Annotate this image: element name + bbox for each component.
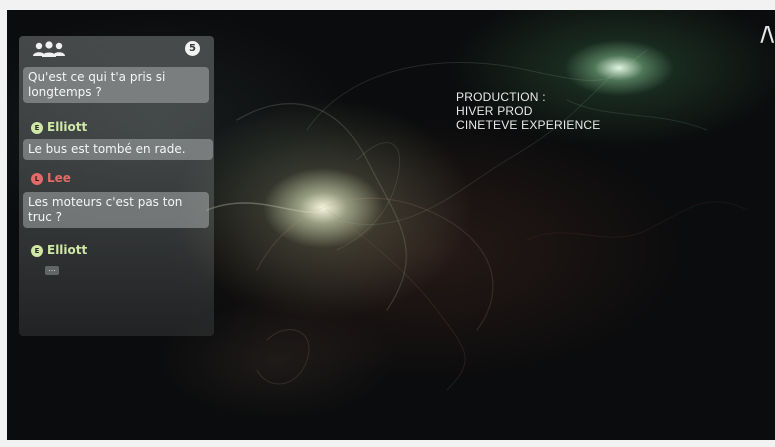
users-icon (33, 41, 65, 57)
speaker-initial-badge: L (31, 173, 43, 185)
speaker-name: Elliott (47, 243, 88, 257)
speaker-label-lee: L Lee (31, 170, 71, 186)
speaker-name: Elliott (47, 120, 88, 134)
credit-line: HIVER PROD (456, 104, 533, 118)
credit-line: CINETEVE EXPERIENCE (456, 118, 601, 132)
game-viewport: /\ PRODUCTION : HIVER PROD CINETEVE EXPE… (7, 10, 775, 440)
chat-panel[interactable]: 5 Qu'est ce qui t'a pris si longtemps ? … (19, 36, 214, 336)
participant-count-badge: 5 (185, 41, 200, 56)
speaker-label-elliott: E Elliott (31, 119, 87, 135)
chat-message-bubble: Les moteurs c'est pas ton truc ? (23, 192, 209, 228)
typing-indicator: ... (45, 265, 59, 275)
chat-message-bubble: Qu'est ce qui t'a pris si longtemps ? (23, 67, 209, 103)
chat-header: 5 (19, 36, 214, 62)
credit-line: PRODUCTION : (456, 90, 546, 104)
game-logo: /\ (760, 22, 774, 46)
speaker-label-elliott: E Elliott (31, 242, 87, 258)
speaker-name: Lee (47, 171, 71, 185)
speaker-initial-badge: E (31, 245, 43, 257)
opening-credits: PRODUCTION : HIVER PROD CINETEVE EXPERIE… (456, 90, 601, 132)
speaker-initial-badge: E (31, 122, 43, 134)
chat-message-bubble: Le bus est tombé en rade. (23, 139, 213, 160)
